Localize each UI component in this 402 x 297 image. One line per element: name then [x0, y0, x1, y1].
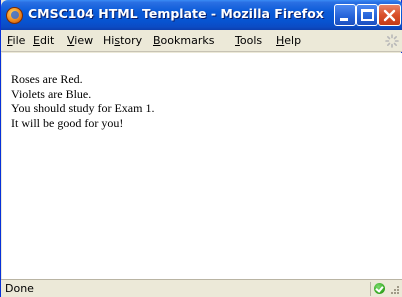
maximize-button[interactable] [356, 4, 378, 26]
minimize-button[interactable] [334, 4, 356, 26]
status-ok-icon [374, 283, 385, 294]
close-button[interactable] [378, 4, 401, 26]
browser-window: CMSC104 HTML Template - Mozilla Firefox … [0, 0, 402, 297]
text-line: You should study for Exam 1. [11, 101, 155, 115]
menu-tools[interactable]: Tools [235, 34, 262, 47]
resize-grip-icon[interactable] [390, 284, 400, 296]
status-text: Done [5, 282, 34, 295]
menu-view[interactable]: View [67, 34, 93, 47]
maximize-icon [361, 9, 374, 21]
text-line: It will be good for you! [11, 115, 124, 130]
window-title: CMSC104 HTML Template - Mozilla Firefox [28, 6, 324, 21]
page-text: Roses are Red. Violets are Blue. You sho… [11, 72, 154, 130]
close-icon [383, 9, 396, 22]
minimize-icon [340, 18, 348, 21]
page-content: Roses are Red. Violets are Blue. You sho… [2, 53, 402, 279]
menu-help[interactable]: Help [276, 34, 301, 47]
menu-edit[interactable]: Edit [33, 34, 54, 47]
throbber-icon [385, 34, 399, 48]
status-bar: Done [1, 279, 402, 297]
text-line: Roses are Red. [11, 72, 83, 86]
title-bar[interactable]: CMSC104 HTML Template - Mozilla Firefox [1, 0, 402, 30]
firefox-icon[interactable] [6, 7, 23, 24]
status-divider [370, 282, 371, 296]
menu-history[interactable]: History [103, 34, 142, 47]
menu-bar: File Edit View History Bookmarks Tools H… [1, 30, 402, 52]
text-line: Violets are Blue. [11, 86, 92, 101]
menu-bookmarks[interactable]: Bookmarks [153, 34, 214, 47]
menu-file[interactable]: File [7, 34, 25, 47]
